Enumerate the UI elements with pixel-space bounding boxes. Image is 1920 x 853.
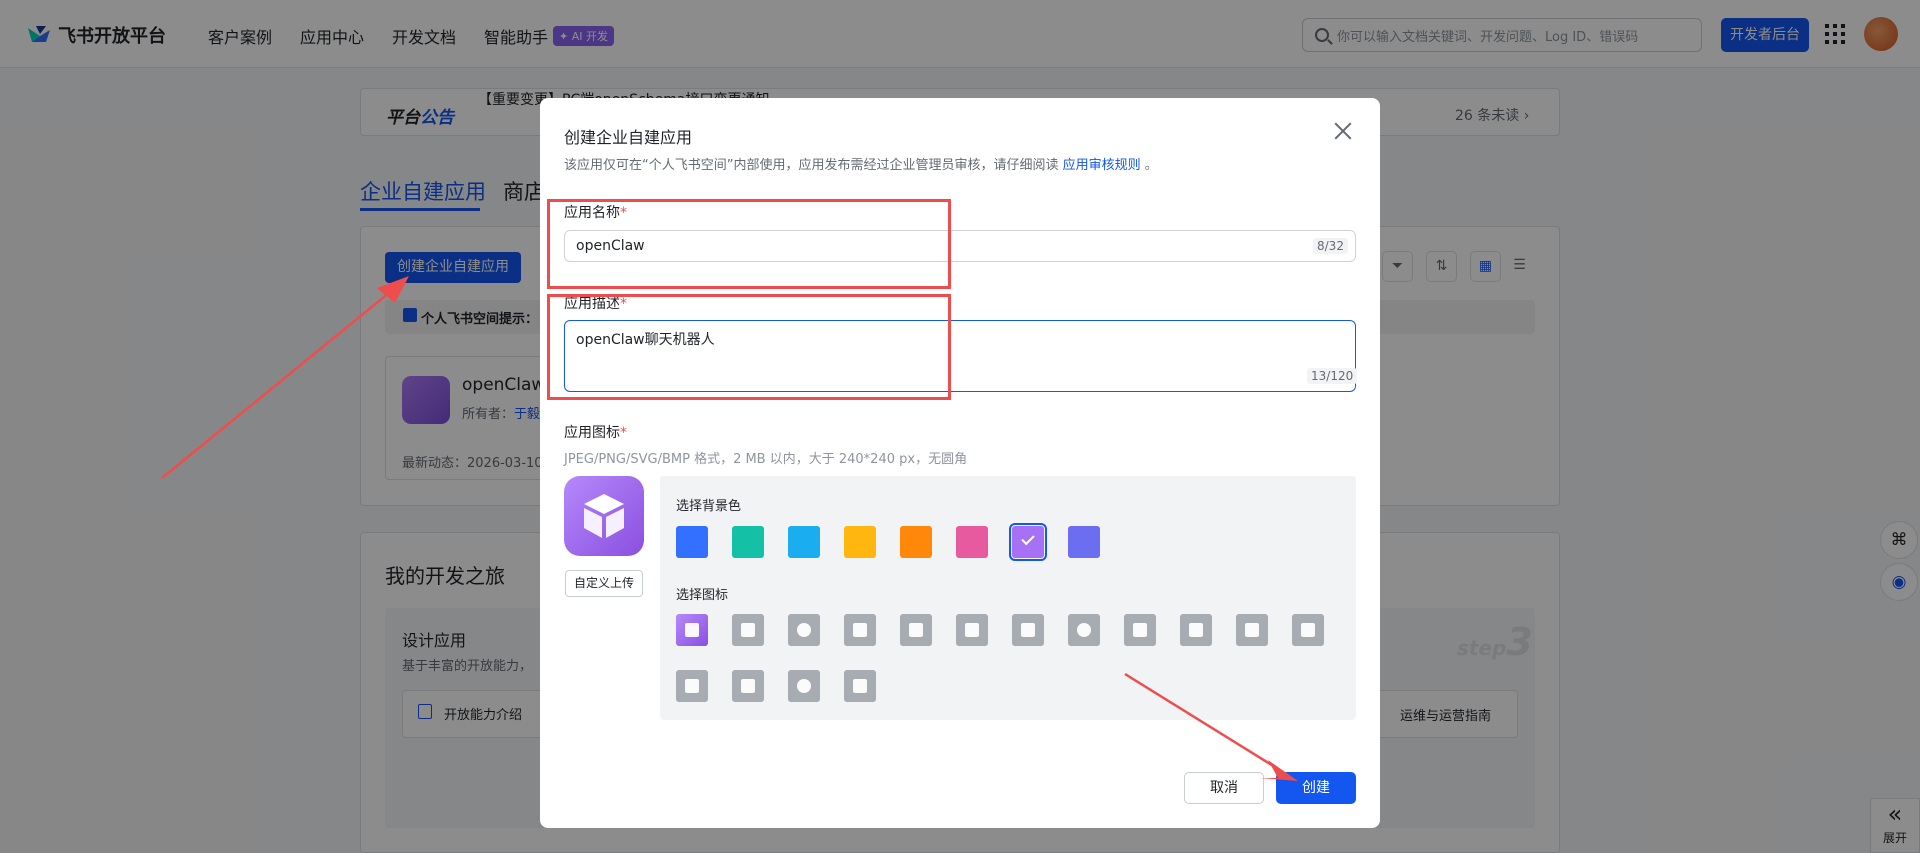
bell-icon[interactable]	[956, 614, 988, 646]
bg-color-swatch-1[interactable]	[676, 526, 708, 558]
icon-picker-panel	[660, 476, 1356, 720]
file-icon[interactable]	[1292, 614, 1324, 646]
dialog-title: 创建企业自建应用	[564, 128, 693, 147]
cube-icon[interactable]	[676, 614, 708, 646]
custom-upload-button[interactable]: 自定义上传	[565, 570, 643, 597]
briefcase-icon[interactable]	[900, 614, 932, 646]
icon-select-label: 选择图标	[676, 588, 729, 603]
bg-color-swatch-7[interactable]	[1009, 523, 1047, 561]
bg-color-swatch-8[interactable]	[1068, 526, 1100, 558]
bg-color-swatch-4[interactable]	[844, 526, 876, 558]
highlight-box-desc	[547, 294, 951, 400]
dialog-description: 该应用仅可在“个人飞书空间”内部使用，应用发布需经过企业管理员审核，请仔细阅读 …	[564, 158, 1158, 173]
bg-color-swatch-2[interactable]	[732, 526, 764, 558]
bg-color-swatch-6[interactable]	[956, 526, 988, 558]
layout-icon[interactable]	[732, 670, 764, 702]
cube-icon	[584, 494, 624, 538]
document-icon[interactable]	[844, 614, 876, 646]
shield-check-icon[interactable]	[676, 670, 708, 702]
app-icon-hint: JPEG/PNG/SVG/BMP 格式，2 MB 以内，大于 240*240 p…	[564, 452, 968, 467]
bg-color-swatch-3[interactable]	[788, 526, 820, 558]
review-rules-link[interactable]: 应用审核规则	[1063, 158, 1141, 173]
app-icon-label: 应用图标*	[564, 425, 627, 441]
star-icon[interactable]	[1124, 614, 1156, 646]
bg-color-swatch-5[interactable]	[900, 526, 932, 558]
tag-icon[interactable]	[1180, 614, 1212, 646]
app-desc-counter: 13/120	[1307, 368, 1358, 384]
highlight-box-name	[547, 199, 951, 289]
wrench-icon[interactable]	[1236, 614, 1268, 646]
cancel-button[interactable]: 取消	[1184, 772, 1264, 804]
close-icon[interactable]	[1332, 120, 1354, 142]
robot-icon[interactable]	[732, 614, 764, 646]
bg-color-label: 选择背景色	[676, 499, 742, 514]
app-icon-preview	[564, 476, 644, 556]
create-button[interactable]: 创建	[1276, 772, 1356, 804]
check-icon	[1021, 531, 1035, 546]
team-icon[interactable]	[788, 670, 820, 702]
pie-chart-icon[interactable]	[1068, 614, 1100, 646]
code-icon[interactable]	[844, 670, 876, 702]
app-name-counter: 8/32	[1313, 238, 1348, 254]
lightbulb-icon[interactable]	[788, 614, 820, 646]
bookmark-icon[interactable]	[1012, 614, 1044, 646]
